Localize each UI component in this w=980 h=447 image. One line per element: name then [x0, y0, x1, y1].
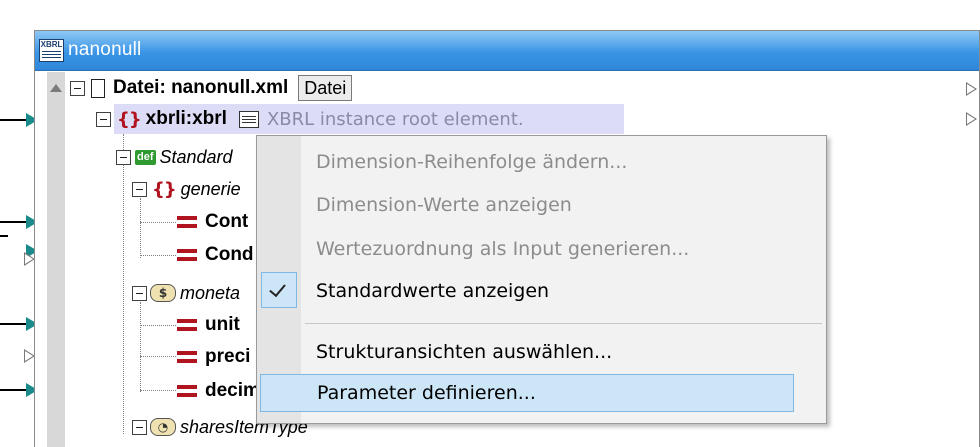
tree-row-monetary[interactable]: $ moneta — [132, 278, 240, 308]
root-annotation: XBRL instance root element. — [266, 108, 524, 130]
connector-line — [0, 119, 28, 121]
checkmark-icon — [269, 279, 286, 298]
tree-row-root[interactable]: {} xbrli:xbrl XBRL instance root element… — [96, 104, 524, 134]
attribute-icon — [177, 384, 197, 398]
connector-line — [0, 389, 28, 391]
element-braces-icon: {} — [152, 178, 177, 200]
menu-item-generate-value-mapping[interactable]: Wertezuordnung als Input generieren... — [301, 230, 826, 268]
connector-line — [0, 235, 8, 237]
component-titlebar[interactable]: XBRL nanonull — [35, 31, 979, 71]
tree-line — [140, 255, 176, 256]
element-braces-icon: {} — [117, 108, 142, 130]
monetary-item-label: moneta — [180, 282, 241, 303]
output-port[interactable] — [966, 112, 977, 126]
component-gutter — [47, 72, 65, 447]
collapse-icon[interactable] — [132, 285, 147, 301]
standard-item-label: Standard — [159, 146, 233, 167]
collapse-icon[interactable] — [70, 80, 85, 96]
cond-label: Cond — [205, 244, 254, 265]
file-label: Datei: nanonull.xml — [113, 77, 289, 98]
tree-line — [140, 356, 176, 357]
context-menu[interactable]: Dimension-Reihenfolge ändern... Dimensio… — [256, 135, 827, 424]
file-button[interactable]: Datei — [298, 75, 353, 101]
tree-row-standard[interactable]: def Standard — [116, 142, 233, 172]
tree-row-cont[interactable]: Cont — [177, 207, 248, 237]
xbrl-icon: XBRL — [39, 39, 64, 62]
unit-label: unit — [205, 314, 240, 335]
menu-separator — [305, 323, 822, 324]
cont-label: Cont — [205, 211, 249, 232]
tree-line — [123, 134, 124, 434]
monetary-type-icon: $ — [150, 284, 176, 302]
scroll-up-icon[interactable] — [50, 84, 62, 92]
tree-row-file: Datei: nanonull.xml Datei — [50, 73, 353, 103]
attribute-icon — [177, 215, 197, 229]
annotation-icon — [238, 110, 259, 128]
collapse-icon[interactable] — [132, 419, 147, 435]
tree-row-precision[interactable]: preci — [177, 342, 250, 372]
menu-item-select-structure-views[interactable]: Strukturansichten auswählen... — [301, 333, 826, 371]
menu-item-show-default-values[interactable]: Standardwerte anzeigen — [301, 272, 826, 310]
menu-item-define-parameters[interactable]: Parameter definieren... — [260, 374, 794, 412]
checked-state — [261, 272, 297, 308]
connector-line — [0, 221, 28, 223]
tree-line — [140, 222, 176, 223]
connector-line — [0, 323, 28, 325]
tree-line — [140, 390, 176, 391]
output-port[interactable] — [966, 82, 977, 96]
component-title: nanonull — [68, 39, 142, 60]
attribute-icon — [177, 248, 197, 262]
tree-line — [140, 302, 141, 392]
attribute-icon — [177, 318, 197, 332]
root-element-label: xbrli:xbrl — [145, 108, 227, 129]
mapping-canvas: XBRL nanonull Datei: nanonull.xml Datei … — [0, 0, 980, 447]
decimals-label: decim — [205, 380, 260, 401]
def-icon: def — [135, 149, 156, 165]
generic-item-label: generie — [180, 178, 241, 199]
collapse-icon[interactable] — [116, 149, 131, 165]
menu-item-show-dimension-values[interactable]: Dimension-Werte anzeigen — [301, 186, 826, 224]
collapse-icon[interactable] — [96, 111, 111, 127]
tree-row-decimals[interactable]: decim — [177, 376, 260, 406]
collapse-icon[interactable] — [132, 181, 147, 197]
menu-item-change-dimension-order[interactable]: Dimension-Reihenfolge ändern... — [301, 143, 826, 181]
attribute-icon — [177, 350, 197, 364]
tree-row-generic[interactable]: {} generie — [132, 174, 241, 204]
tree-line — [140, 325, 176, 326]
tree-line — [140, 198, 141, 258]
precision-label: preci — [205, 346, 251, 367]
tree-row-cond[interactable]: Cond — [177, 240, 254, 270]
shares-type-icon: ◔ — [150, 418, 176, 436]
tree-row-unit[interactable]: unit — [177, 310, 240, 340]
file-icon — [91, 78, 105, 98]
